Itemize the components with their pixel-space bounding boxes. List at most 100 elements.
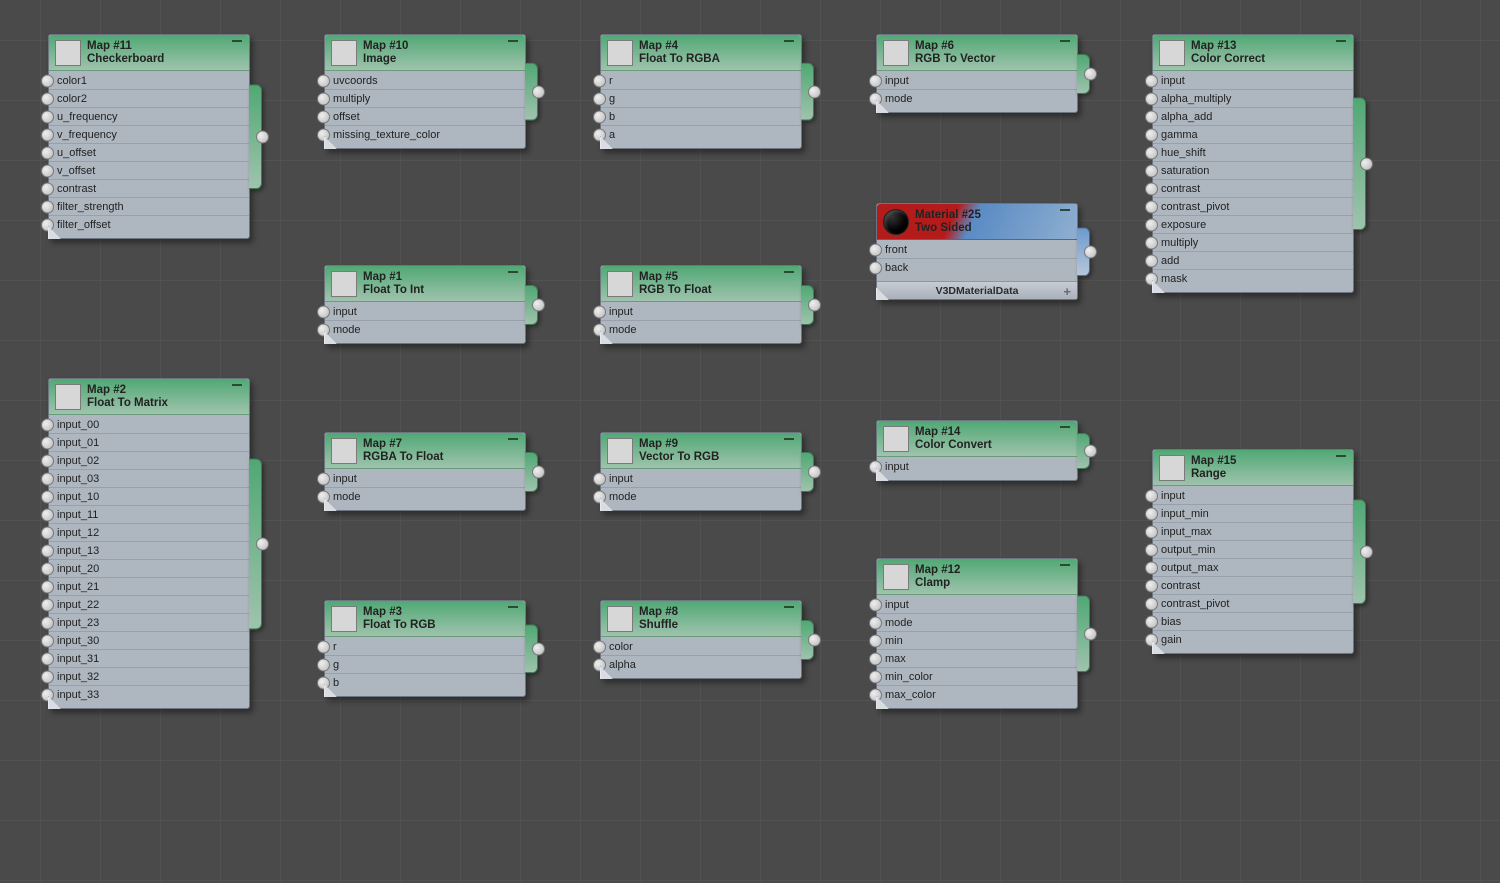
input-port-icon[interactable] [869,243,882,256]
output-port-icon[interactable] [1084,67,1097,80]
input-row[interactable]: input_20 [49,560,249,578]
input-row[interactable]: saturation [1153,162,1353,180]
input-port-icon[interactable] [41,436,54,449]
input-port-icon[interactable] [317,658,330,671]
node-header[interactable]: Map #3Float To RGB [325,601,525,637]
input-port-icon[interactable] [593,491,606,504]
input-port-icon[interactable] [41,562,54,575]
input-port-icon[interactable] [869,74,882,87]
input-port-icon[interactable] [869,616,882,629]
input-port-icon[interactable] [317,305,330,318]
node-header[interactable]: Map #2Float To Matrix [49,379,249,415]
input-row[interactable]: contrast [49,180,249,198]
input-port-icon[interactable] [41,110,54,123]
collapse-icon[interactable] [508,438,518,440]
input-port-icon[interactable] [869,262,882,275]
input-port-icon[interactable] [1145,543,1158,556]
input-row[interactable]: output_max [1153,559,1353,577]
input-port-icon[interactable] [869,93,882,106]
node-header[interactable]: Map #14Color Convert [877,421,1077,457]
input-port-icon[interactable] [41,689,54,702]
output-port-icon[interactable] [1360,545,1373,558]
input-row[interactable]: input_30 [49,632,249,650]
input-row[interactable]: contrast_pivot [1153,595,1353,613]
output-port-icon[interactable] [256,537,269,550]
output-port-icon[interactable] [808,465,821,478]
node-n_checker[interactable]: Map #11Checkerboardcolor1color2u_frequen… [48,34,250,239]
input-port-icon[interactable] [869,634,882,647]
input-row[interactable]: input [1153,487,1353,505]
input-port-icon[interactable] [41,219,54,232]
input-port-icon[interactable] [317,324,330,337]
node-header[interactable]: Map #11Checkerboard [49,35,249,71]
input-port-icon[interactable] [41,616,54,629]
output-port-icon[interactable] [532,298,545,311]
input-port-icon[interactable] [593,324,606,337]
input-port-icon[interactable] [41,146,54,159]
input-row[interactable]: a [601,126,801,144]
input-port-icon[interactable] [41,526,54,539]
input-port-icon[interactable] [1145,110,1158,123]
node-n_colorcorrect[interactable]: Map #13Color Correctinputalpha_multiplya… [1152,34,1354,293]
input-row[interactable]: input_03 [49,470,249,488]
input-port-icon[interactable] [41,74,54,87]
input-row[interactable]: input_01 [49,434,249,452]
input-port-icon[interactable] [1145,200,1158,213]
node-header[interactable]: Material #25Two Sided [877,204,1077,240]
input-row[interactable]: input_23 [49,614,249,632]
node-n_rgb2float[interactable]: Map #5RGB To Floatinputmode [600,265,802,344]
input-row[interactable]: exposure [1153,216,1353,234]
input-row[interactable]: mode [877,614,1077,632]
input-row[interactable]: max [877,650,1077,668]
input-port-icon[interactable] [1145,634,1158,647]
input-port-icon[interactable] [1145,218,1158,231]
input-port-icon[interactable] [593,305,606,318]
input-row[interactable]: multiply [325,90,525,108]
collapse-icon[interactable] [1060,564,1070,566]
input-row[interactable]: input_21 [49,578,249,596]
collapse-icon[interactable] [508,271,518,273]
input-row[interactable]: mode [325,488,525,506]
input-port-icon[interactable] [1145,128,1158,141]
input-port-icon[interactable] [317,640,330,653]
input-port-icon[interactable] [41,490,54,503]
node-n_f2rgba[interactable]: Map #4Float To RGBArgba [600,34,802,149]
input-row[interactable]: g [601,90,801,108]
input-port-icon[interactable] [317,677,330,690]
collapse-icon[interactable] [1336,40,1346,42]
input-port-icon[interactable] [1145,146,1158,159]
output-port-icon[interactable] [532,642,545,655]
input-port-icon[interactable] [41,200,54,213]
input-port-icon[interactable] [317,472,330,485]
input-row[interactable]: mode [877,90,1077,108]
input-port-icon[interactable] [1145,182,1158,195]
input-row[interactable]: multiply [1153,234,1353,252]
input-row[interactable]: input_33 [49,686,249,704]
collapse-icon[interactable] [784,40,794,42]
input-row[interactable]: hue_shift [1153,144,1353,162]
input-port-icon[interactable] [41,92,54,105]
input-port-icon[interactable] [1145,597,1158,610]
input-row[interactable]: max_color [877,686,1077,704]
input-port-icon[interactable] [593,110,606,123]
input-port-icon[interactable] [1145,561,1158,574]
input-port-icon[interactable] [869,670,882,683]
input-row[interactable]: add [1153,252,1353,270]
input-port-icon[interactable] [317,110,330,123]
input-row[interactable]: offset [325,108,525,126]
input-port-icon[interactable] [1145,273,1158,286]
input-row[interactable]: contrast [1153,577,1353,595]
input-row[interactable]: b [601,108,801,126]
input-row[interactable]: input_11 [49,506,249,524]
input-port-icon[interactable] [1145,507,1158,520]
output-port-icon[interactable] [1084,627,1097,640]
input-row[interactable]: input [325,303,525,321]
input-port-icon[interactable] [41,472,54,485]
input-port-icon[interactable] [317,92,330,105]
output-port-icon[interactable] [1084,245,1097,258]
input-port-icon[interactable] [41,634,54,647]
input-row[interactable]: u_frequency [49,108,249,126]
node-n_image[interactable]: Map #10Imageuvcoordsmultiplyoffsetmissin… [324,34,526,149]
input-port-icon[interactable] [41,652,54,665]
input-row[interactable]: input_13 [49,542,249,560]
